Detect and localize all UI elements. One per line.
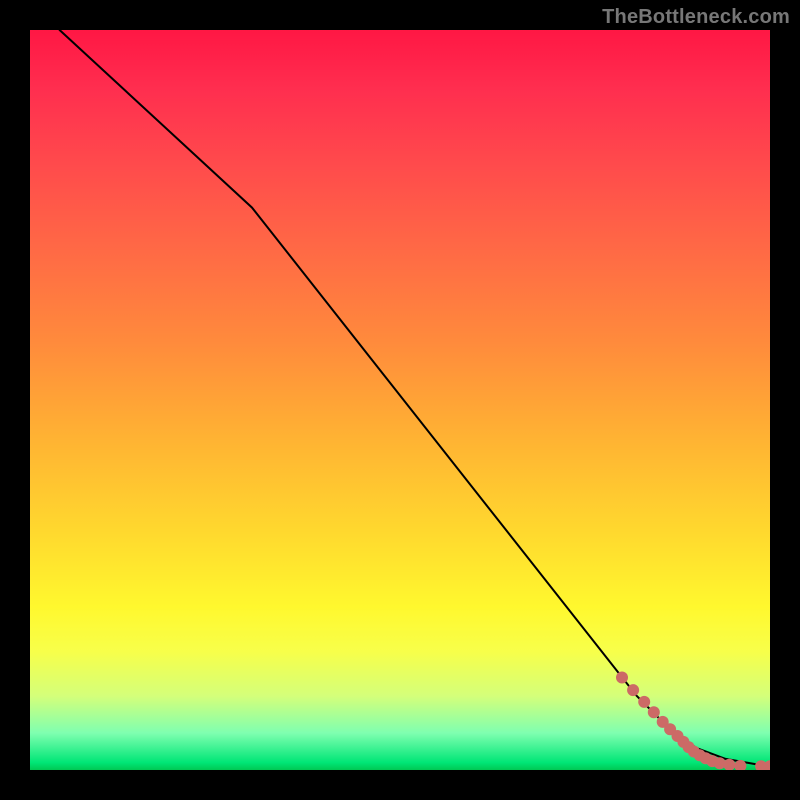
data-point: [638, 696, 650, 708]
data-point: [648, 706, 660, 718]
curve-line: [60, 30, 770, 766]
plot-area: [30, 30, 770, 770]
curve-path: [60, 30, 770, 766]
chart-frame: TheBottleneck.com: [0, 0, 800, 800]
data-point: [616, 672, 628, 684]
scatter-points: [616, 672, 770, 771]
chart-overlay: [30, 30, 770, 770]
watermark-label: TheBottleneck.com: [602, 6, 790, 29]
data-point: [627, 684, 639, 696]
